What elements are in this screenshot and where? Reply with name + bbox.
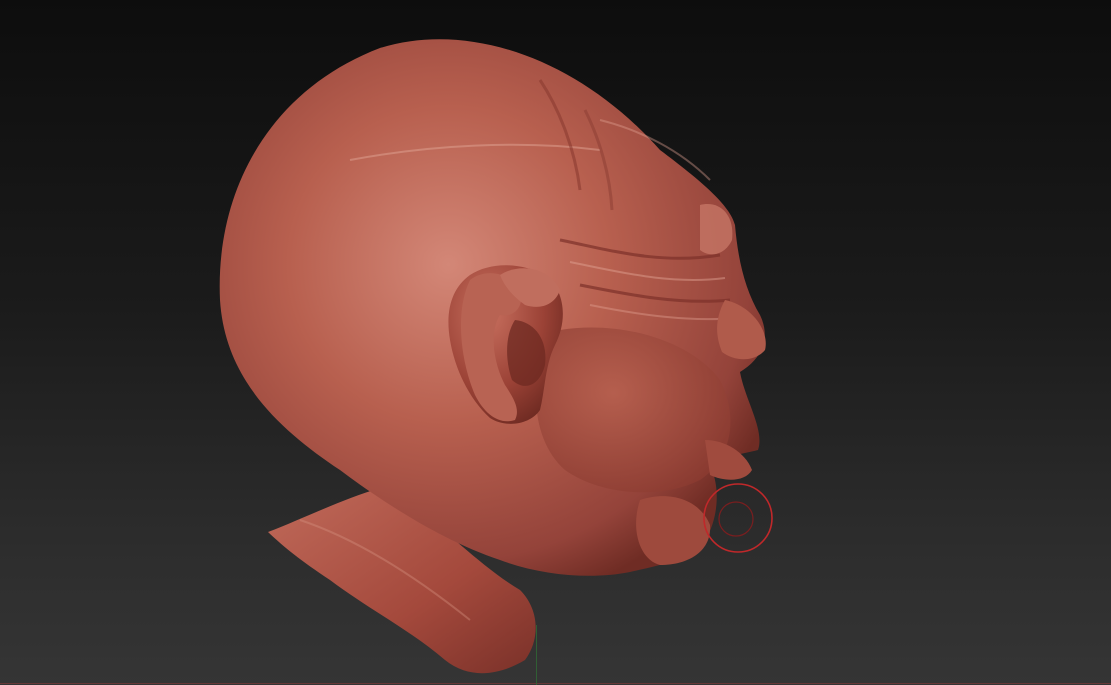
sculpt-viewport[interactable]: [0, 0, 1111, 685]
brush-inner-ring: [718, 501, 754, 537]
sculpt-model-svg[interactable]: [0, 0, 1111, 685]
floor-axis-x: [0, 683, 1111, 684]
model-nose: [717, 300, 766, 360]
floor-axis-y: [536, 625, 537, 685]
